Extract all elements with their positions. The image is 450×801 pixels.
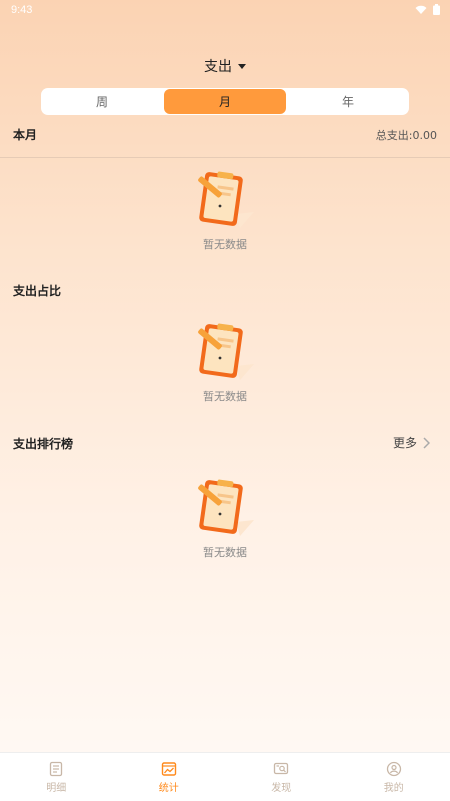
summary-row: 本月 总支出:0.00 — [13, 126, 437, 143]
empty-clipboard-icon — [192, 170, 258, 232]
more-label: 更多 — [393, 434, 417, 451]
ranking-section-title: 支出排行榜 — [13, 435, 73, 452]
caret-down-icon — [238, 64, 246, 69]
status-bar: 9:43 — [0, 0, 450, 22]
ratio-empty-state: 暂无数据 — [0, 322, 450, 404]
discover-icon — [273, 761, 289, 777]
profile-icon — [386, 761, 402, 777]
monthly-empty-state: 暂无数据 — [0, 170, 450, 252]
page-title: 支出 — [204, 56, 232, 76]
tab-profile[interactable]: 我的 — [338, 753, 450, 801]
tab-statistics[interactable]: 统计 — [113, 753, 226, 801]
tab-label: 统计 — [159, 779, 179, 794]
chart-icon — [161, 761, 177, 777]
status-icons — [415, 4, 440, 15]
total-expense: 总支出:0.00 — [376, 127, 437, 143]
expense-type-dropdown[interactable]: 支出 — [0, 56, 450, 76]
empty-clipboard-icon — [192, 322, 258, 384]
tab-discover[interactable]: 发现 — [225, 753, 338, 801]
wifi-icon — [415, 5, 427, 15]
bottom-tab-bar: 明细 统计 发现 我的 — [0, 752, 450, 801]
tab-label: 发现 — [271, 779, 291, 794]
period-label: 本月 — [13, 126, 37, 143]
chevron-right-icon — [423, 437, 430, 449]
battery-icon — [433, 4, 440, 15]
tab-label: 明细 — [46, 779, 66, 794]
ledger-icon — [48, 761, 64, 777]
divider — [0, 157, 450, 158]
tab-month[interactable]: 月 — [164, 89, 286, 114]
empty-label: 暂无数据 — [203, 236, 247, 252]
ranking-empty-state: 暂无数据 — [0, 478, 450, 560]
tab-year[interactable]: 年 — [287, 88, 409, 115]
empty-clipboard-icon — [192, 478, 258, 540]
tab-week[interactable]: 周 — [41, 88, 163, 115]
empty-label: 暂无数据 — [203, 544, 247, 560]
tab-label: 我的 — [384, 779, 404, 794]
period-segmented-control: 周 月 年 — [41, 88, 409, 115]
tab-details[interactable]: 明细 — [0, 753, 113, 801]
ratio-section-title: 支出占比 — [13, 282, 61, 299]
ranking-more-link[interactable]: 更多 — [393, 434, 430, 451]
empty-label: 暂无数据 — [203, 388, 247, 404]
status-time: 9:43 — [11, 4, 32, 16]
